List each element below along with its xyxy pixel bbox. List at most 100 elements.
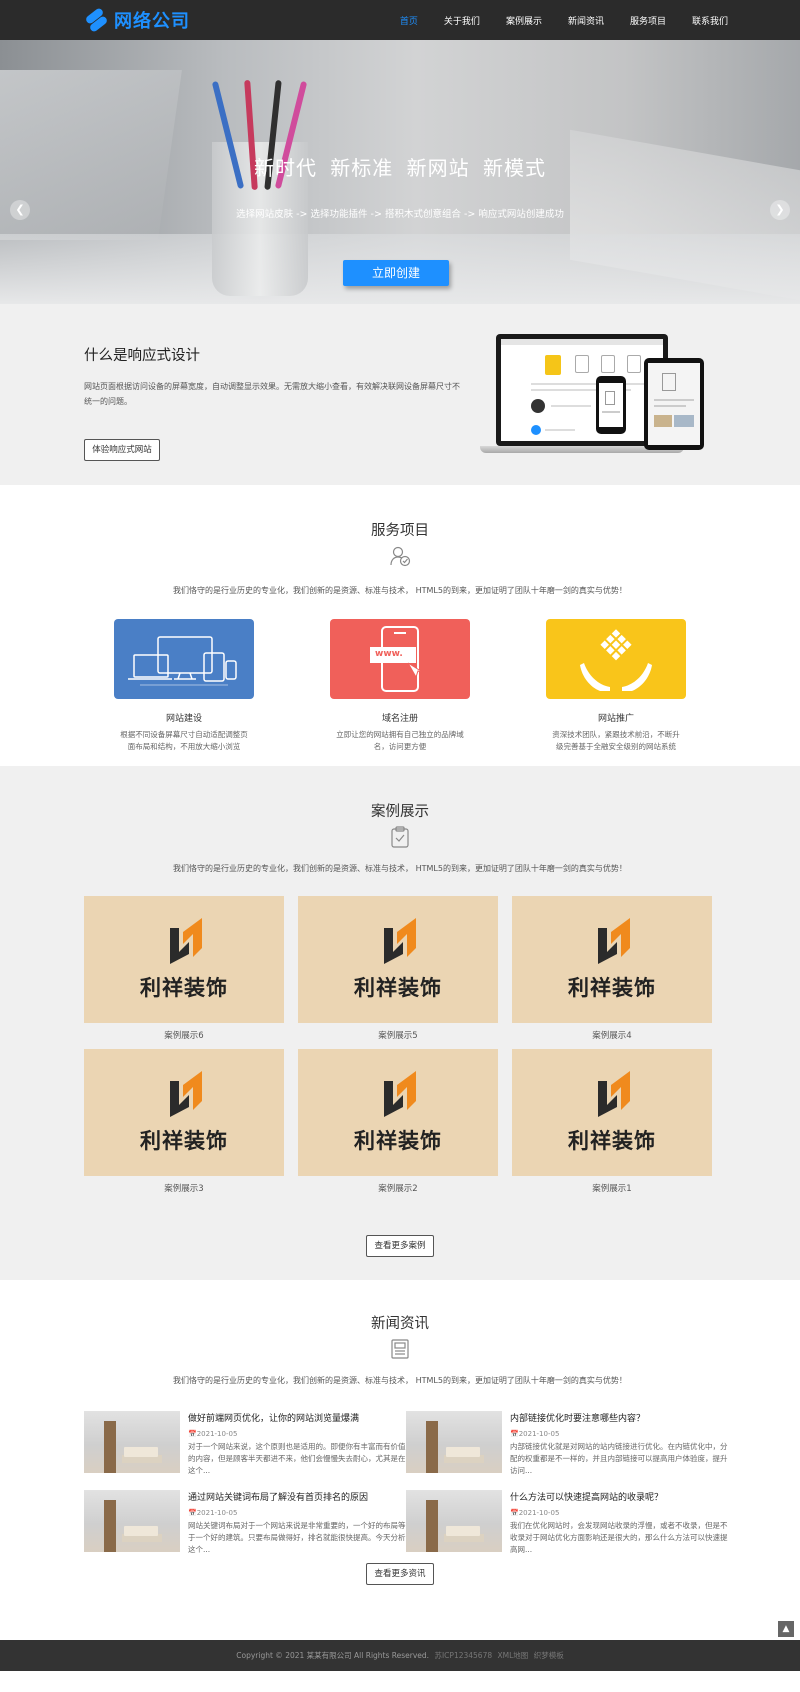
case-caption: 案例展示2 (378, 1184, 418, 1194)
case-card[interactable]: 利祥装饰案例展示2 (298, 1049, 498, 1194)
news-date-text: 2021-10-05 (518, 1509, 560, 1517)
news-date: 📅2021-10-05 (188, 1430, 406, 1438)
case-logo-text: 利祥装饰 (354, 976, 442, 1000)
service-text: 根据不同设备屏幕尺寸自动适配调整页面布局和结构，不用放大缩小浏览 (120, 730, 248, 751)
service-name: 网站推广 (597, 714, 634, 724)
more-news-button[interactable]: 查看更多资讯 (366, 1563, 434, 1585)
case-logo-text: 利祥装饰 (568, 976, 656, 1000)
copyright-text: Copyright © 2021 某某有限公司 All Rights Reser… (236, 1651, 430, 1660)
nav-item-contact[interactable]: 联系我们 (692, 14, 728, 27)
domain-phone-icon: www. (330, 619, 470, 699)
news-summary: 内部链接优化就是对网站的站内链接进行优化。在内链优化中，分配的权重都是不一样的，… (510, 1442, 728, 1475)
banner-title: 新时代 新标准 新网站 新模式 (253, 156, 547, 180)
news-thumbnail (84, 1490, 180, 1552)
monitor-image (496, 334, 668, 446)
service-text: 立即让您的网站拥有自己独立的品牌域名，访问更方便 (336, 730, 464, 751)
intro-text: 网站页面根据访问设备的屏幕宽度，自动调整显示效果。无需放大缩小查看，有效解决联网… (84, 382, 460, 406)
site-header: 网络公司 首页 关于我们 案例展示 新闻资讯 服务项目 联系我们 (0, 0, 800, 40)
icp-link[interactable]: 苏ICP12345678 (434, 1651, 492, 1660)
clipboard-check-icon (389, 826, 411, 848)
nav-item-cases[interactable]: 案例展示 (506, 14, 542, 27)
case-logo-text: 利祥装饰 (354, 1129, 442, 1153)
news-item[interactable]: 通过网站关键词布局了解没有首页排名的原因 📅2021-10-05 网站关键词布局对于… (84, 1490, 406, 1554)
news-title[interactable]: 通过网站关键词布局了解没有首页排名的原因 (188, 1490, 406, 1503)
case-thumbnail: 利祥装饰 (298, 1049, 498, 1176)
service-text: 资深技术团队，紧跟技术前沿，不断升级完善基于全融安全级别的网站系统 (552, 730, 680, 751)
news-date: 📅2021-10-05 (510, 1430, 728, 1438)
case-thumbnail: 利祥装饰 (298, 896, 498, 1023)
responsive-intro-section: 什么是响应式设计 网站页面根据访问设备的屏幕宽度，自动调整显示效果。无需放大缩小… (0, 304, 800, 485)
case-logo-text: 利祥装饰 (568, 1129, 656, 1153)
www-badge: www. (375, 649, 403, 659)
case-logo-icon (598, 918, 630, 964)
service-name: 域名注册 (381, 714, 418, 724)
nav-item-about[interactable]: 关于我们 (444, 14, 480, 27)
nav-item-services[interactable]: 服务项目 (630, 14, 666, 27)
xml-sitemap-link[interactable]: XML地图 (498, 1651, 529, 1660)
services-title: 服务项目 (371, 523, 429, 539)
calendar-icon: 📅 (510, 1430, 519, 1438)
news-title: 新闻资讯 (371, 1316, 429, 1332)
cases-section: 案例展示 我们恪守的是行业历史的专业化，我们创新的是资源、标准与技术， HTML… (0, 766, 800, 1280)
devices-icon (114, 619, 254, 699)
case-logo-text: 利祥装饰 (140, 976, 228, 1000)
try-responsive-button[interactable]: 体验响应式网站 (84, 439, 160, 461)
devices-illustration (474, 328, 714, 468)
case-logo-icon (384, 1071, 416, 1117)
banner-subtitle: 选择网站皮肤 -> 选择功能插件 -> 搭积木式创意组合 -> 响应式网站创建成… (236, 209, 564, 220)
user-check-icon (389, 545, 411, 567)
news-item[interactable]: 做好前端网页优化，让你的网站浏览量爆满 📅2021-10-05 对于一个网站来说，这… (84, 1411, 406, 1475)
case-caption: 案例展示6 (164, 1031, 204, 1041)
case-logo-icon (170, 918, 202, 964)
news-section: 新闻资讯 我们恪守的是行业历史的专业化，我们创新的是资源、标准与技术， HTML… (0, 1280, 800, 1640)
template-link[interactable]: 织梦模板 (534, 1651, 564, 1660)
case-card[interactable]: 利祥装饰案例展示3 (84, 1049, 284, 1194)
calendar-icon: 📅 (188, 1509, 197, 1517)
case-logo-icon (598, 1071, 630, 1117)
news-item[interactable]: 内部链接优化时要注意哪些内容？ 📅2021-10-05 内部链接优化就是对网站的站内… (406, 1411, 728, 1475)
case-thumbnail: 利祥装饰 (84, 896, 284, 1023)
news-date-text: 2021-10-05 (518, 1430, 560, 1438)
news-description: 我们恪守的是行业历史的专业化，我们创新的是资源、标准与技术， HTML5的到来，… (173, 1376, 627, 1385)
service-card-promotion[interactable]: 网站推广 资深技术团队，紧跟技术前沿，不断升级完善基于全融安全级别的网站系统 (546, 619, 686, 753)
case-card[interactable]: 利祥装饰案例展示5 (298, 896, 498, 1041)
logo[interactable]: 网络公司 (84, 6, 190, 34)
hands-cubes-icon (546, 619, 686, 699)
service-name: 网站建设 (165, 714, 202, 724)
news-thumbnail (406, 1490, 502, 1552)
case-logo-icon (384, 918, 416, 964)
news-summary: 我们在优化网站时，会发现网站收录的浮慢，或者不收录，但是不收录对于网站优化方面影… (510, 1521, 728, 1554)
logo-icon (84, 6, 109, 34)
chevron-right-icon[interactable]: ❯ (770, 200, 790, 220)
tablet-image (644, 358, 704, 450)
news-item[interactable]: 什么方法可以快速提高网站的收录呢？ 📅2021-10-05 我们在优化网站时，会发现… (406, 1490, 728, 1554)
case-caption: 案例展示5 (378, 1031, 418, 1041)
news-title[interactable]: 做好前端网页优化，让你的网站浏览量爆满 (188, 1411, 406, 1424)
news-thumbnail (84, 1411, 180, 1473)
case-logo-text: 利祥装饰 (140, 1129, 228, 1153)
news-title[interactable]: 内部链接优化时要注意哪些内容？ (510, 1411, 728, 1424)
nav-item-home[interactable]: 首页 (400, 14, 418, 27)
case-card[interactable]: 利祥装饰案例展示1 (512, 1049, 712, 1194)
site-footer: Copyright © 2021 某某有限公司 All Rights Reser… (0, 1621, 800, 1671)
news-summary: 对于一个网站来说，这个原则也是适用的。即便你有丰富而有价值的内容，但是顾客半天都… (188, 1442, 406, 1475)
phone-image (596, 376, 626, 434)
news-thumbnail (406, 1411, 502, 1473)
more-cases-button[interactable]: 查看更多案例 (366, 1235, 434, 1257)
case-caption: 案例展示3 (164, 1184, 204, 1194)
case-card[interactable]: 利祥装饰 案例展示4 (512, 896, 712, 1041)
create-now-button[interactable]: 立即创建 (343, 260, 449, 286)
intro-title: 什么是响应式设计 (84, 348, 200, 364)
arrow-up-icon[interactable]: ▲ (778, 1621, 794, 1637)
case-card[interactable]: 利祥装饰案例展示6 (84, 896, 284, 1041)
service-card-web[interactable]: 网站建设 根据不同设备屏幕尺寸自动适配调整页面布局和结构，不用放大缩小浏览 (114, 619, 254, 753)
case-logo-icon (170, 1071, 202, 1117)
case-caption: 案例展示1 (592, 1184, 632, 1194)
case-thumbnail: 利祥装饰 (512, 1049, 712, 1176)
chevron-left-icon[interactable]: ❮ (10, 200, 30, 220)
services-description: 我们恪守的是行业历史的专业化，我们创新的是资源、标准与技术， HTML5的到来，… (173, 586, 627, 595)
service-card-domain[interactable]: www. 域名注册 立即让您的网站拥有自己独立的品牌域名，访问更方便 (330, 619, 470, 753)
news-title[interactable]: 什么方法可以快速提高网站的收录呢？ (510, 1490, 728, 1503)
case-thumbnail: 利祥装饰 (512, 896, 712, 1023)
nav-item-news[interactable]: 新闻资讯 (568, 14, 604, 27)
